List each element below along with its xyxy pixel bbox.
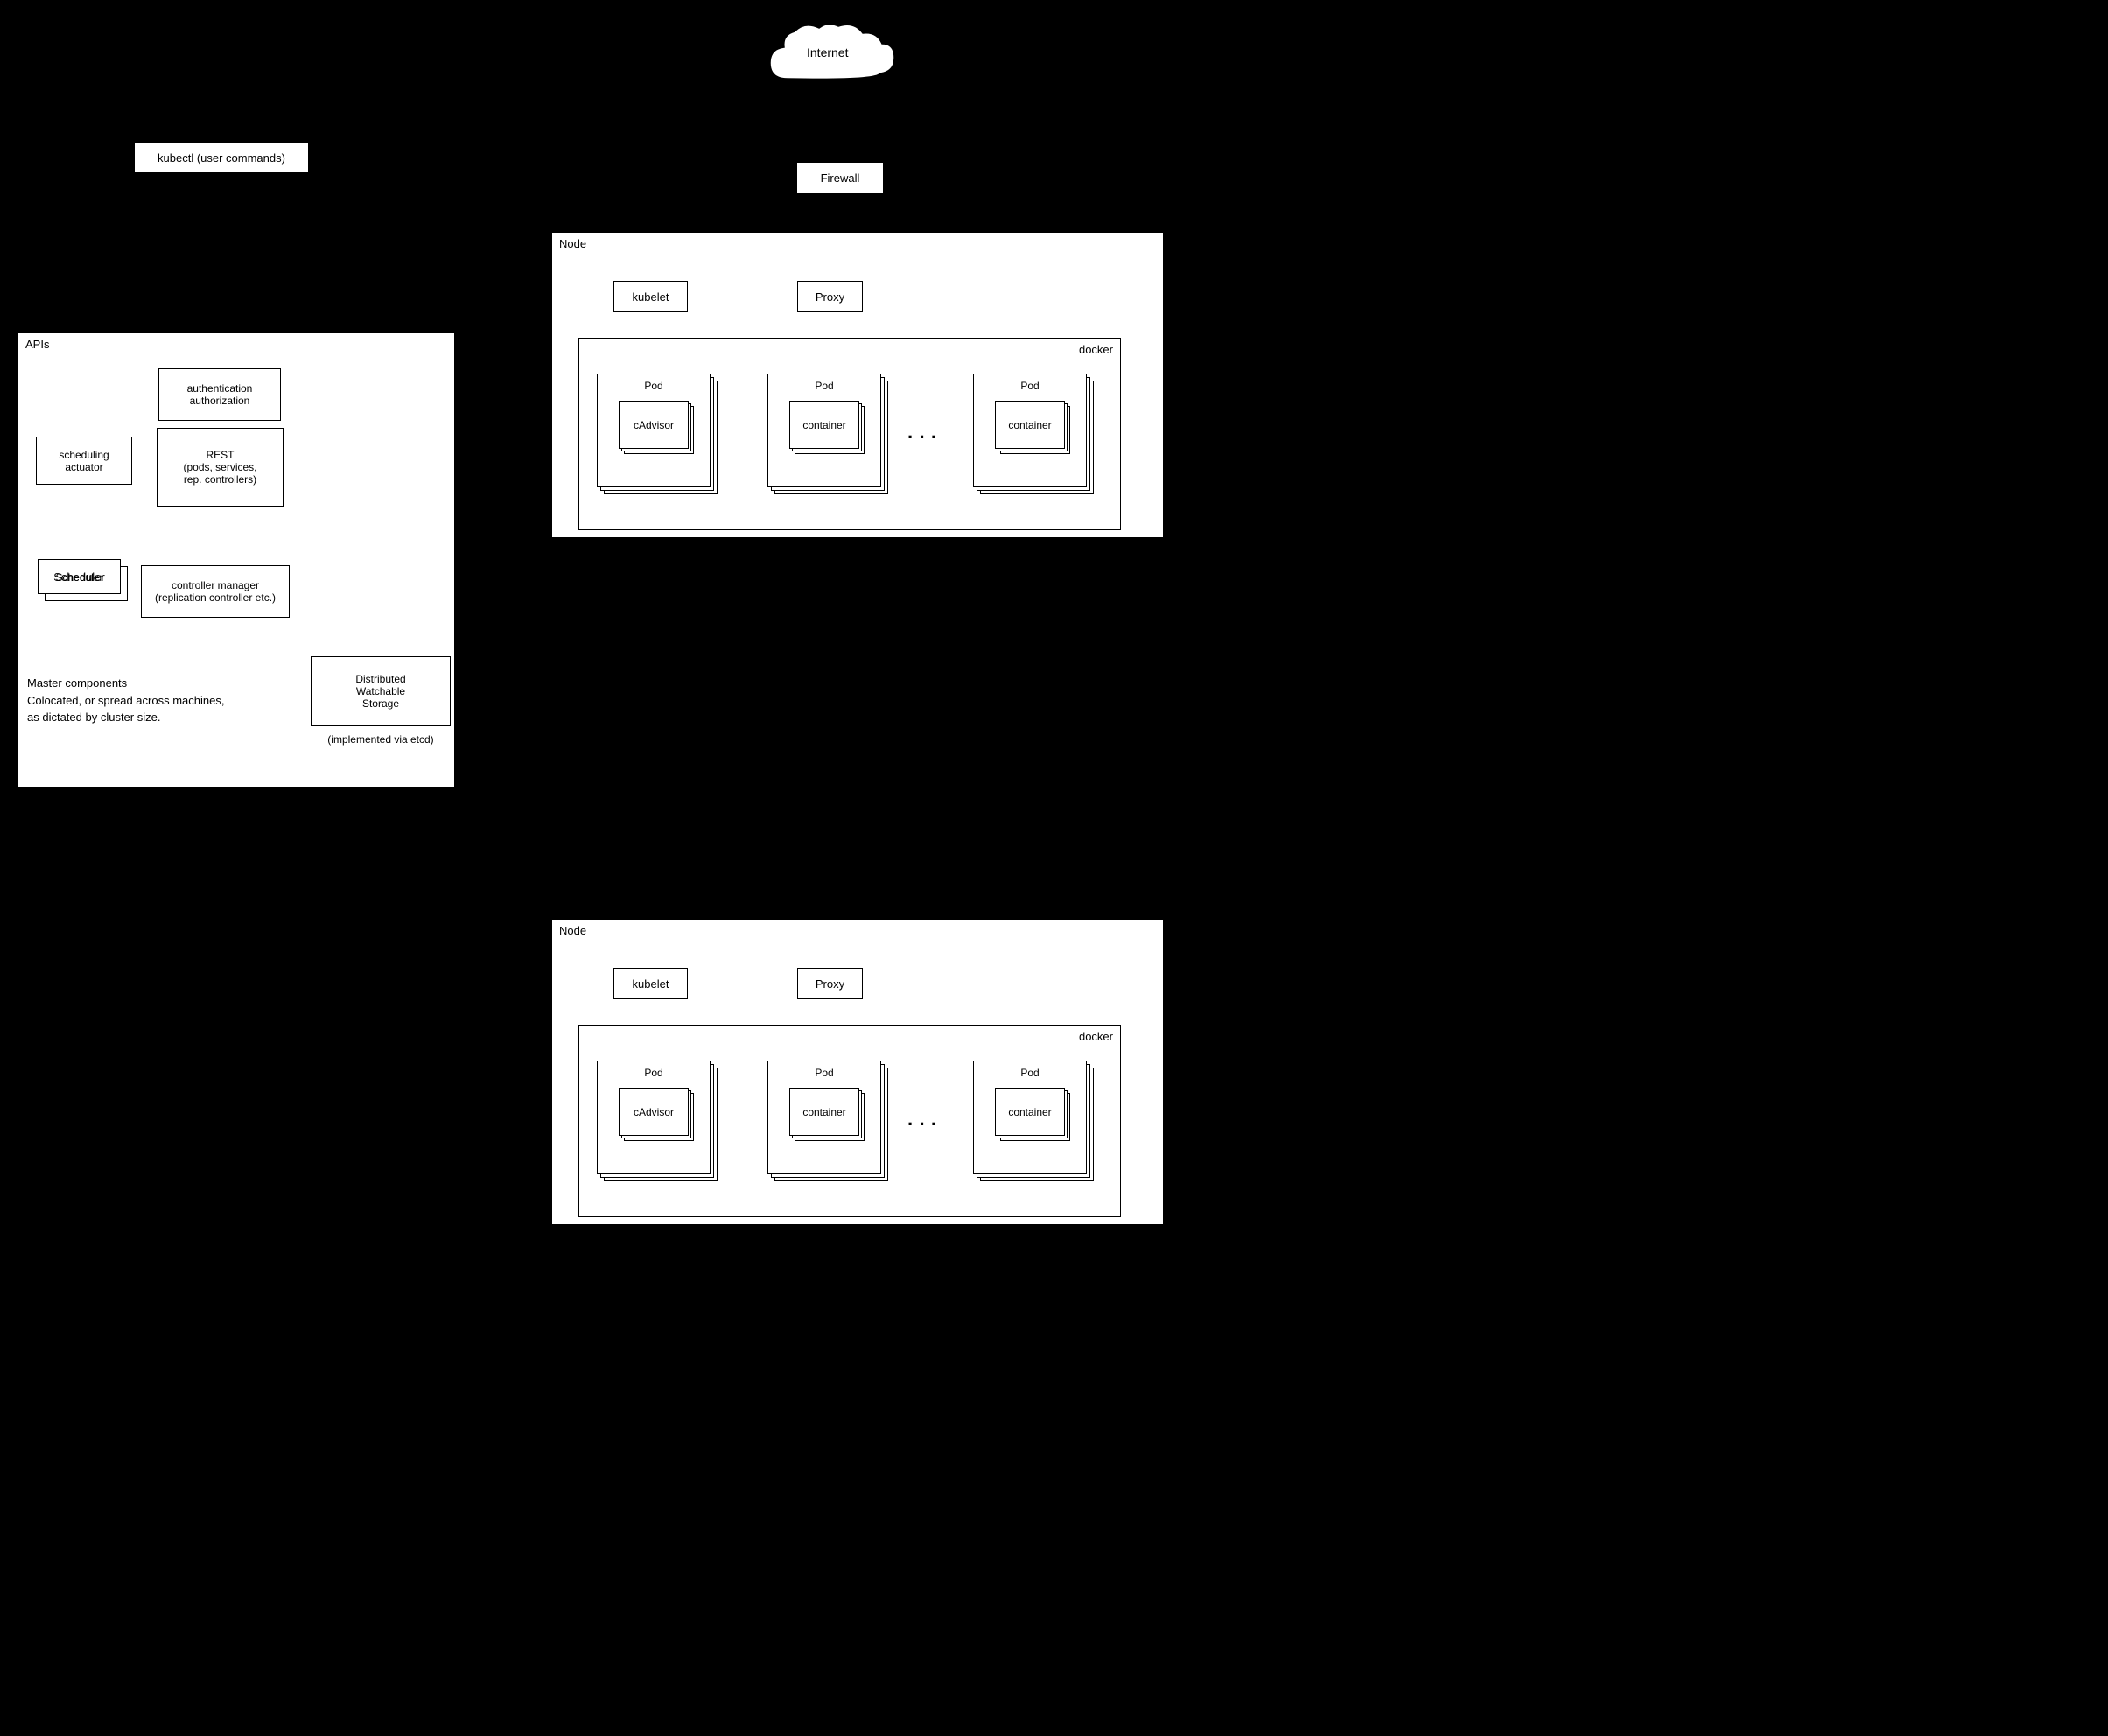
scheduler-stack: Scheduler Scheduler	[38, 559, 121, 594]
node1-pod1: Pod cAdvisor	[597, 374, 711, 487]
storage-sublabel: (implemented via etcd)	[311, 733, 451, 746]
node1-label: Node	[559, 237, 586, 250]
diagram-container: Internet Firewall kubectl (user commands…	[0, 0, 2108, 1736]
node2-kubelet-label: kubelet	[633, 977, 669, 990]
node2-proxy: Proxy	[797, 968, 863, 999]
node1-pod3: Pod container	[973, 374, 1087, 487]
node2-pod1-label: Pod	[644, 1067, 662, 1079]
node1-kubelet-label: kubelet	[633, 290, 669, 304]
node1-docker: docker Pod cAdvisor	[578, 338, 1121, 530]
scheduler-box: Scheduler	[38, 559, 121, 594]
node2-label: Node	[559, 924, 586, 937]
controller-label: controller manager (replication controll…	[155, 579, 276, 604]
storage-box: Distributed Watchable Storage	[311, 656, 451, 726]
node2-docker-label: docker	[1079, 1030, 1113, 1043]
node1-cadvisor-label: cAdvisor	[634, 419, 674, 431]
node1-box: Node kubelet Proxy docker Pod	[551, 232, 1164, 538]
node2-pod3-label: Pod	[1020, 1067, 1039, 1079]
node2-pod2-label: Pod	[815, 1067, 833, 1079]
controller-box: controller manager (replication controll…	[141, 565, 290, 618]
node1-dots: · · ·	[907, 426, 937, 449]
cloud-label: Internet	[807, 46, 848, 60]
firewall-label: Firewall	[821, 172, 860, 185]
node2-proxy-label: Proxy	[816, 977, 844, 990]
node1-proxy: Proxy	[797, 281, 863, 312]
node2-cadvisor-label: cAdvisor	[634, 1106, 674, 1118]
firewall-box: Firewall	[796, 162, 884, 193]
storage-area: Distributed Watchable Storage (implement…	[311, 656, 451, 746]
node2-pod1: Pod cAdvisor	[597, 1060, 711, 1174]
node1-kubelet: kubelet	[613, 281, 688, 312]
node1-container2-label: container	[802, 419, 845, 431]
node2-pod2: Pod container	[767, 1060, 881, 1174]
apis-label: APIs	[25, 338, 49, 351]
scheduling-box: scheduling actuator	[36, 437, 132, 485]
master-note-text: Master componentsColocated, or spread ac…	[27, 676, 224, 724]
node1-pod2-label: Pod	[815, 380, 833, 392]
node2-box: Node kubelet Proxy docker Pod	[551, 919, 1164, 1225]
cloud: Internet	[761, 18, 901, 108]
node2-container3-label: container	[1008, 1106, 1051, 1118]
auth-label: authentication authorization	[187, 382, 253, 407]
node1-pod1-label: Pod	[644, 380, 662, 392]
auth-box: authentication authorization	[158, 368, 281, 421]
node2-docker: docker Pod cAdvisor	[578, 1025, 1121, 1217]
storage-label: Distributed Watchable Storage	[355, 673, 405, 710]
node1-docker-label: docker	[1079, 343, 1113, 356]
scheduler-label1: Scheduler	[53, 570, 105, 584]
node2-kubelet: kubelet	[613, 968, 688, 999]
node1-container3-label: container	[1008, 419, 1051, 431]
node1-proxy-label: Proxy	[816, 290, 844, 304]
node1-pod2: Pod container	[767, 374, 881, 487]
kubectl-box: kubectl (user commands)	[134, 142, 309, 173]
scheduling-label: scheduling actuator	[59, 449, 109, 473]
node2-container2-label: container	[802, 1106, 845, 1118]
node1-pod3-label: Pod	[1020, 380, 1039, 392]
rest-box: REST (pods, services, rep. controllers)	[157, 428, 284, 507]
node2-dots: · · ·	[907, 1113, 937, 1136]
node2-pod3: Pod container	[973, 1060, 1087, 1174]
rest-label: REST (pods, services, rep. controllers)	[183, 449, 256, 486]
master-note: Master componentsColocated, or spread ac…	[27, 675, 263, 726]
kubectl-label: kubectl (user commands)	[158, 151, 285, 164]
